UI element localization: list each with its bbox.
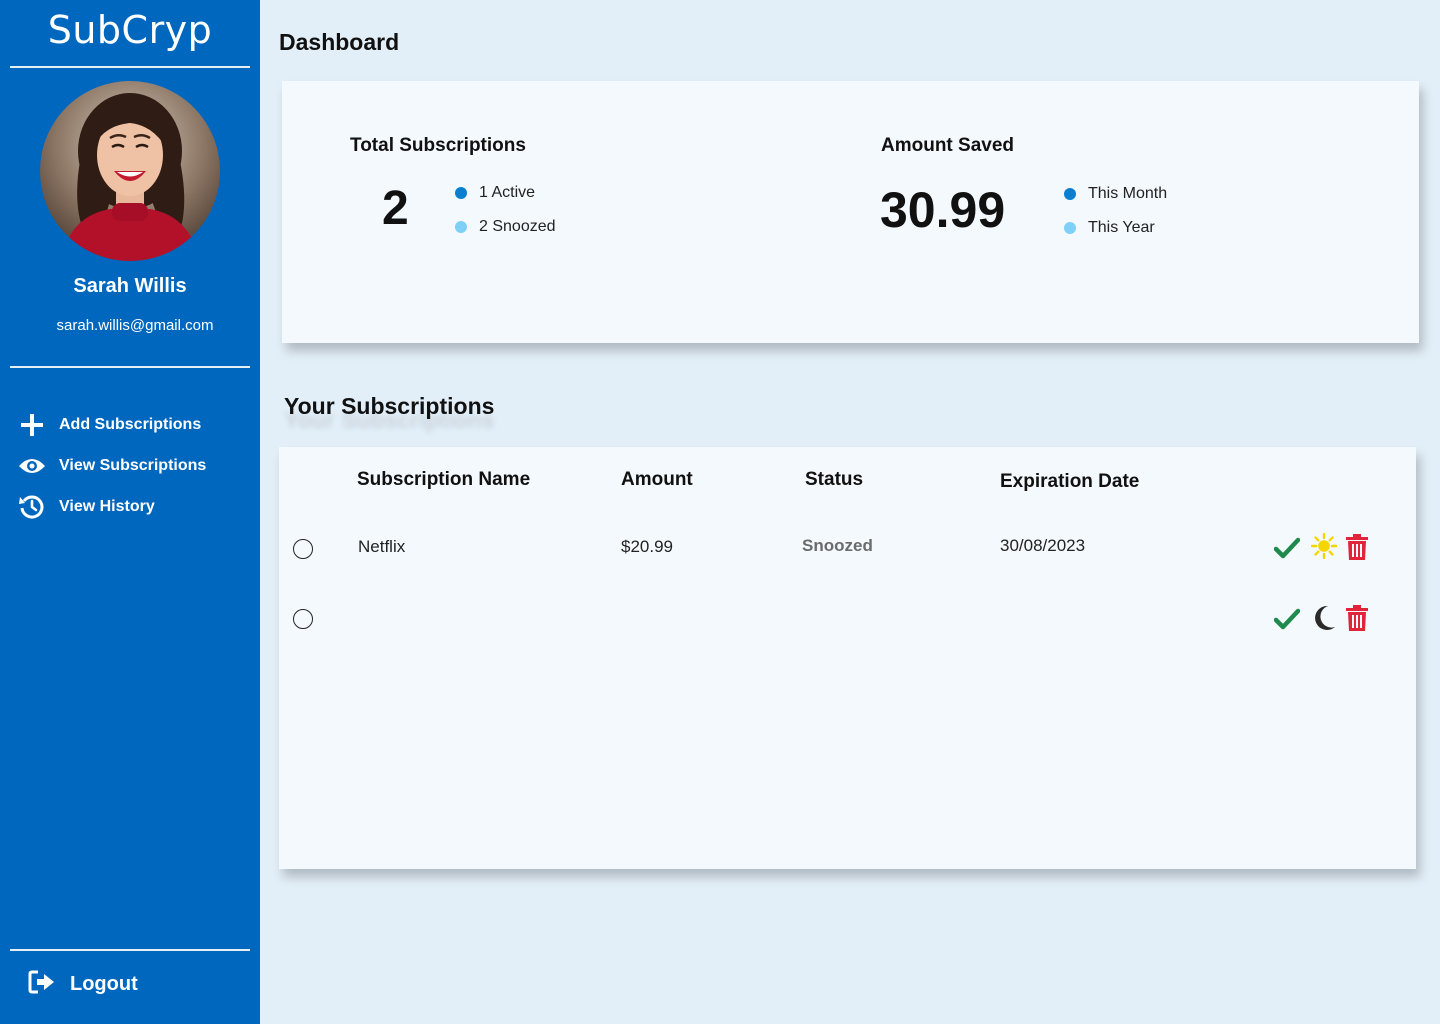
user-name: Sarah Willis: [73, 275, 187, 297]
legend-label: 2 Snoozed: [479, 218, 556, 235]
sidebar-item-label: View Subscriptions: [59, 456, 207, 474]
sidebar-item-view-subscriptions[interactable]: View Subscriptions: [18, 445, 206, 486]
summary-card: Total Subscriptions 2 1 Active 2 Snoozed…: [282, 81, 1419, 343]
cell-status: Snoozed: [802, 536, 873, 555]
legend-item-this-month: This Month: [1064, 177, 1167, 211]
brand-logo[interactable]: SubCryp: [0, 8, 260, 52]
row-select-radio[interactable]: [293, 539, 313, 559]
plus-icon: [18, 411, 46, 439]
trash-icon[interactable]: [1343, 604, 1371, 632]
legend-item-this-year: This Year: [1064, 211, 1167, 245]
logout-icon: [28, 970, 56, 999]
legend-dot: [455, 221, 467, 233]
total-subscriptions-value: 2: [382, 182, 409, 235]
column-header-expiration[interactable]: Expiration Date: [1000, 471, 1139, 493]
section-title: Your Subscriptions: [284, 393, 495, 419]
app-root: SubCryp Sarah Willis sarah.willis@gmail.…: [0, 0, 1440, 1024]
row-select-radio[interactable]: [293, 609, 313, 629]
avatar-image: [40, 81, 220, 261]
column-header-amount[interactable]: Amount: [621, 469, 693, 491]
logout-button[interactable]: Logout: [28, 970, 138, 999]
sidebar-divider-middle: [10, 366, 250, 368]
legend-item-active: 1 Active: [455, 176, 556, 210]
eye-icon: [18, 452, 46, 480]
column-header-status[interactable]: Status: [805, 469, 863, 491]
check-icon[interactable]: [1273, 605, 1301, 633]
cell-amount: $20.99: [621, 537, 673, 556]
total-subscriptions-legend: 1 Active 2 Snoozed: [455, 176, 556, 244]
sidebar-nav: Add Subscriptions View Subscriptions Vie…: [18, 404, 206, 527]
amount-saved-title: Amount Saved: [881, 135, 1015, 156]
cell-expiration: 30/08/2023: [1000, 536, 1086, 555]
sidebar-item-label: Add Subscriptions: [59, 415, 202, 433]
sun-icon[interactable]: [1310, 532, 1338, 560]
total-subscriptions-title: Total Subscriptions: [350, 135, 526, 156]
avatar[interactable]: [40, 81, 220, 261]
legend-label: 1 Active: [479, 184, 536, 201]
sidebar-item-view-history[interactable]: View History: [18, 486, 206, 527]
legend-label: This Month: [1088, 185, 1168, 202]
page-title: Dashboard: [279, 29, 400, 55]
legend-dot: [1064, 188, 1076, 200]
moon-icon[interactable]: [1310, 604, 1338, 632]
sidebar-divider-top: [10, 66, 250, 68]
sidebar-item-label: View History: [59, 497, 155, 515]
sidebar-divider-bottom: [10, 949, 250, 951]
subscriptions-table: Subscription Name Amount Status Expirati…: [279, 447, 1416, 869]
user-email: sarah.willis@gmail.com: [56, 317, 214, 334]
legend-dot: [1064, 222, 1076, 234]
check-icon[interactable]: [1273, 534, 1301, 562]
amount-saved-legend: This Month This Year: [1064, 177, 1167, 245]
trash-icon[interactable]: [1343, 533, 1371, 561]
column-header-name[interactable]: Subscription Name: [357, 469, 530, 491]
legend-dot: [455, 187, 467, 199]
history-icon: [18, 493, 46, 521]
logout-label: Logout: [70, 973, 138, 995]
sidebar: SubCryp Sarah Willis sarah.willis@gmail.…: [0, 0, 260, 1024]
legend-item-snoozed: 2 Snoozed: [455, 210, 556, 244]
legend-label: This Year: [1088, 219, 1155, 236]
sidebar-item-add-subscriptions[interactable]: Add Subscriptions: [18, 404, 206, 445]
cell-name: Netflix: [358, 537, 406, 556]
amount-saved-value: 30.99: [880, 182, 1006, 238]
